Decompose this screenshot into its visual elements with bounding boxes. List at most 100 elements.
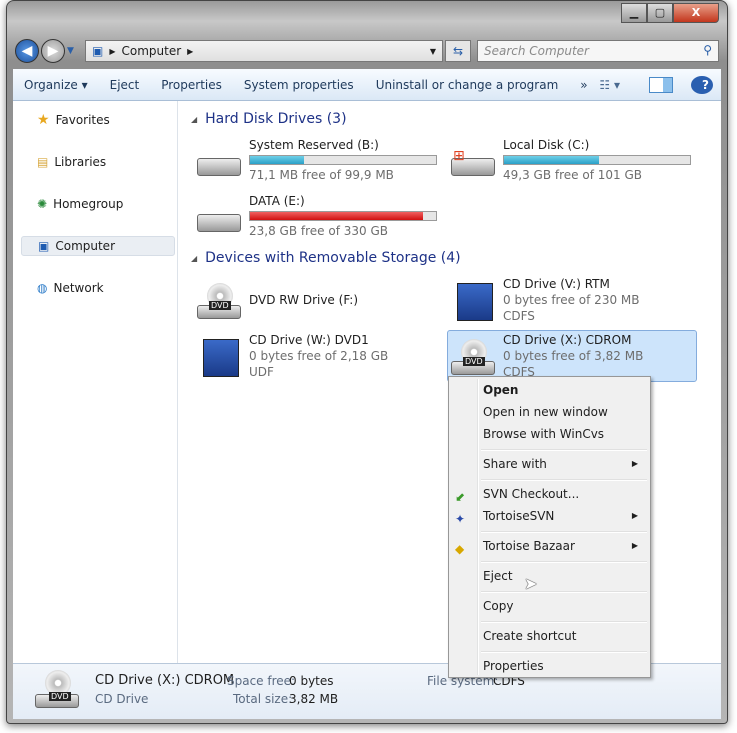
drive-space: 23,8 GB free of 330 GB [249,224,388,238]
breadcrumb-arrow-icon[interactable]: ▶ [109,47,115,56]
properties-button[interactable]: Properties [150,78,233,92]
drive-f[interactable]: DVD DVD RW Drive (F:) [197,277,447,327]
sidebar-item-computer[interactable]: ▣ Computer [21,236,175,256]
sidebar-item-homegroup[interactable]: ✺ Homegroup [21,194,175,214]
drive-name: Local Disk (C:) [503,138,590,152]
drive-space: 0 bytes free of 230 MB [503,293,640,307]
menu-item-svn-checkout[interactable]: ⬋ SVN Checkout... [451,483,648,505]
organize-button[interactable]: Organize ▾ [13,78,99,92]
navigation-pane: ★ Favorites ▤ Libraries ✺ Homegroup ▣ Comput… [13,101,178,663]
drive-b[interactable]: System Reserved (B:) 71,1 MB free of 99,… [197,138,447,188]
sidebar-item-favorites[interactable]: ★ Favorites [21,110,175,130]
cd-autorun-icon [457,283,493,321]
space-free-value: 0 bytes [289,674,334,688]
cd-autorun-icon [203,339,239,377]
collapse-icon[interactable]: ◢ [191,115,197,124]
search-input[interactable]: Search Computer ⚲ [477,40,719,62]
computer-icon: ▣ [38,239,50,253]
usage-bar [503,155,691,165]
network-icon: ◍ [37,281,48,295]
preview-pane-icon[interactable] [649,77,673,93]
menu-item-open-new-window[interactable]: Open in new window [451,401,648,423]
menu-separator [481,479,647,481]
submenu-arrow-icon: ▶ [631,541,638,550]
group-header-hdd[interactable]: ◢ Hard Disk Drives (3) [191,111,347,127]
total-size-label: Total size: [233,692,293,706]
drive-name: CD Drive (V:) RTM [503,277,610,291]
usage-bar [249,211,437,221]
maximize-button[interactable]: ▢ [647,3,673,23]
sidebar-item-label: Libraries [54,155,107,169]
hard-disk-icon [197,200,243,238]
tortoise-bazaar-icon: ◆ [455,542,465,556]
hard-disk-icon [197,144,243,182]
drive-name: System Reserved (B:) [249,138,379,152]
computer-icon: ▣ [92,44,104,58]
menu-item-browse-wincvs[interactable]: Browse with WinCvs [451,423,648,445]
drive-w[interactable]: CD Drive (W:) DVD1 0 bytes free of 2,18 … [197,333,447,383]
mouse-cursor-icon: ➤ [524,574,538,593]
menu-item-tortoisesvn[interactable]: ✦ TortoiseSVN ▶ [451,505,648,527]
recent-pages-dropdown[interactable]: ▼ [67,46,74,56]
group-header-removable[interactable]: ◢ Devices with Removable Storage (4) [191,250,461,266]
total-size-value: 3,82 MB [289,692,339,706]
breadcrumb-arrow-icon[interactable]: ▶ [187,47,193,56]
menu-item-tortoise-bazaar[interactable]: ◆ Tortoise Bazaar ▶ [451,535,648,557]
menu-item-open[interactable]: Open [451,379,648,401]
search-icon[interactable]: ⚲ [703,43,712,57]
tortoisesvn-icon: ✦ [455,512,466,526]
menu-separator [481,531,647,533]
search-placeholder: Search Computer [484,44,589,58]
drive-v[interactable]: CD Drive (V:) RTM 0 bytes free of 230 MB… [451,277,701,327]
collapse-icon[interactable]: ◢ [191,254,197,263]
drive-e[interactable]: DATA (E:) 23,8 GB free of 330 GB [197,194,447,244]
eject-button[interactable]: Eject [99,78,151,92]
address-dropdown-icon[interactable]: ▼ [430,47,436,56]
star-icon: ★ [37,112,50,128]
homegroup-icon: ✺ [37,197,48,211]
menu-item-share-with[interactable]: Share with ▶ [451,453,648,475]
drive-space: 0 bytes free of 3,82 MB [503,349,644,363]
drive-name: CD Drive (W:) DVD1 [249,333,369,347]
help-icon[interactable]: ? [691,76,713,94]
menu-separator [481,621,647,623]
sidebar-item-label: Favorites [55,113,110,127]
menu-item-eject[interactable]: Eject [451,565,648,587]
address-bar[interactable]: ▣ ▶ Computer ▶ ▼ [85,40,443,62]
menu-label: Tortoise Bazaar [483,539,575,553]
close-button[interactable]: X [673,3,719,23]
sidebar-item-label: Network [53,281,104,295]
menu-label: SVN Checkout... [483,487,580,501]
drive-filesystem: CDFS [503,309,535,323]
svn-checkout-icon: ⬋ [455,490,466,504]
forward-button[interactable]: ▶ [41,39,65,63]
menu-separator [481,591,647,593]
group-title: Hard Disk Drives (3) [205,111,347,127]
group-title: Devices with Removable Storage (4) [205,250,461,266]
menu-item-properties[interactable]: Properties [451,655,648,677]
breadcrumb-computer[interactable]: Computer [122,44,182,58]
sidebar-item-network[interactable]: ◍ Network [21,278,175,298]
refresh-button[interactable]: ⇆ [445,40,471,62]
space-free-label: Space free: [227,674,296,688]
uninstall-program-button[interactable]: Uninstall or change a program [365,78,570,92]
usage-bar [249,155,437,165]
submenu-arrow-icon: ▶ [631,511,638,520]
libraries-icon: ▤ [37,155,49,169]
drive-filesystem: UDF [249,365,274,379]
details-name: CD Drive (X:) CDROM [95,673,235,688]
sidebar-item-libraries[interactable]: ▤ Libraries [21,152,175,172]
change-view-icon[interactable]: ☷ ▾ [588,78,631,92]
windows-disk-icon: ⊞ [451,144,497,182]
drive-space: 49,3 GB free of 101 GB [503,168,642,182]
drive-space: 71,1 MB free of 99,9 MB [249,168,394,182]
system-properties-button[interactable]: System properties [233,78,365,92]
minimize-button[interactable]: ▁ [621,3,647,23]
drive-c[interactable]: ⊞ Local Disk (C:) 49,3 GB free of 101 GB [451,138,701,188]
menu-item-copy[interactable]: Copy [451,595,648,617]
drive-name: DATA (E:) [249,194,305,208]
back-button[interactable]: ◀ [15,39,39,63]
menu-item-create-shortcut[interactable]: Create shortcut [451,625,648,647]
nav-buttons: ◀ ▶ ▼ [15,39,74,63]
drive-name: CD Drive (X:) CDROM [503,333,632,347]
